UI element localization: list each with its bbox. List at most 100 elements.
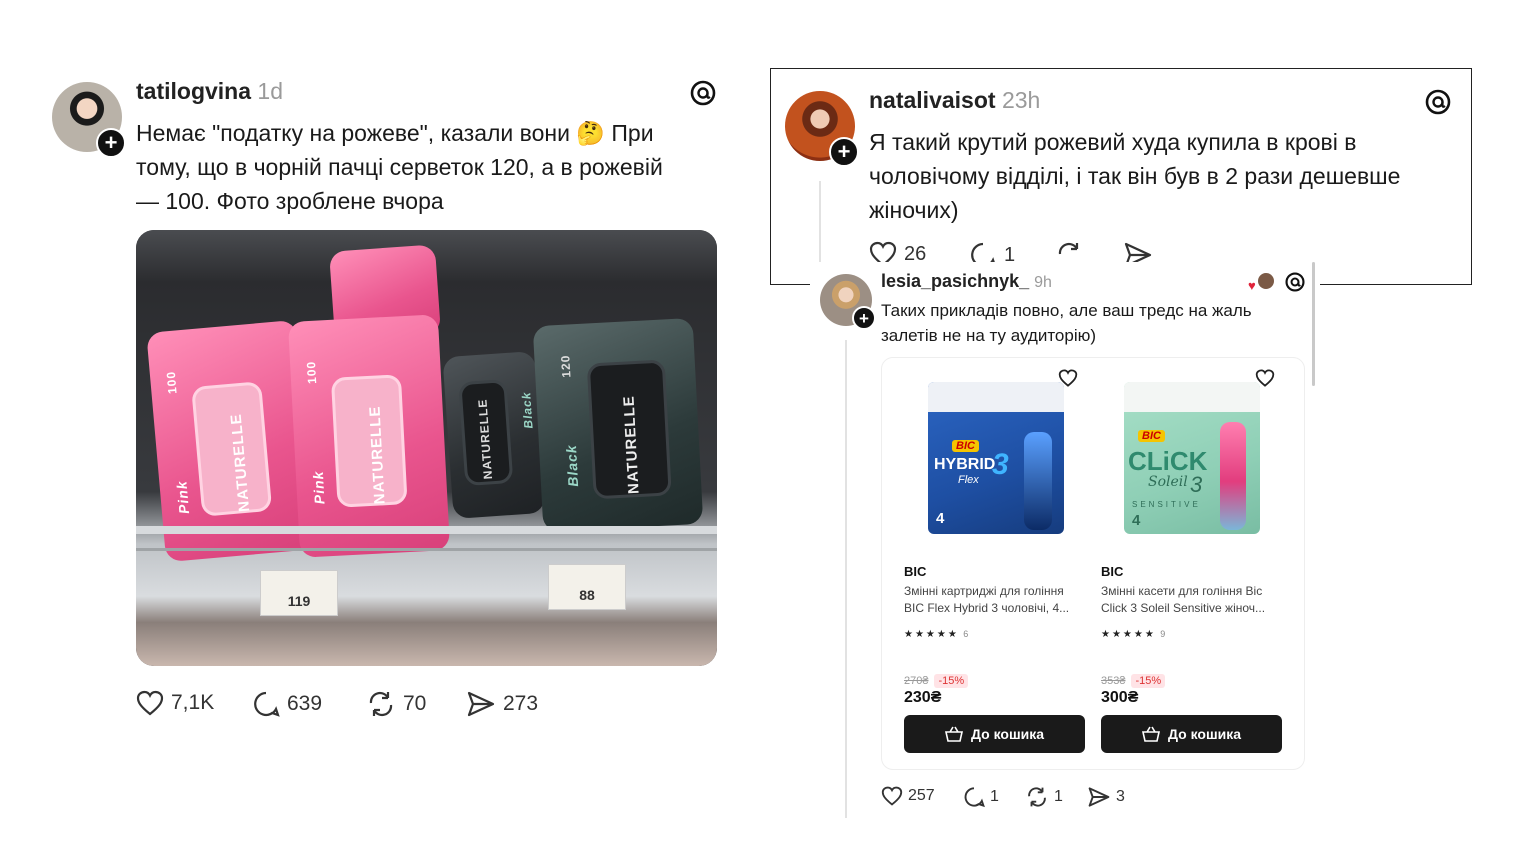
current-price: 300₴ xyxy=(1101,689,1139,706)
username[interactable]: natalivaisot xyxy=(869,87,996,113)
current-price: 230₴ xyxy=(904,689,942,706)
share-button[interactable]: 3 xyxy=(1087,786,1125,808)
add-to-cart-label: До кошика xyxy=(1167,726,1242,742)
post-header: lesia_pasichnyk_ 9h xyxy=(881,271,1052,292)
follow-plus-icon[interactable]: + xyxy=(852,306,876,330)
comment-icon xyxy=(964,787,985,808)
quoted-post: + natalivaisot 23h Я такий крутий рожеви… xyxy=(770,68,1472,285)
discount-badge: -15% xyxy=(934,674,969,688)
pack-brand: BIC xyxy=(952,440,979,452)
price-tag-value: 119 xyxy=(287,593,311,609)
repost-icon xyxy=(369,691,393,717)
repost-count: 1 xyxy=(1054,788,1063,805)
add-to-cart-button[interactable]: До кошика xyxy=(904,715,1085,753)
product-brand: BIC xyxy=(904,564,927,579)
post-text: Я такий крутий рожевий худа купила в кро… xyxy=(869,125,1469,227)
post-time: 1d xyxy=(257,78,283,104)
heart-icon xyxy=(136,690,164,716)
heart-badge-icon: ♥ xyxy=(1248,278,1256,293)
black-wipes-pack: NATURELLE Black 120 xyxy=(532,317,704,533)
product-title[interactable]: Змінні картриджі для гоління BIC Flex Hy… xyxy=(904,583,1089,617)
price-tag: 119 xyxy=(260,570,338,616)
like-count: 257 xyxy=(908,787,935,804)
heart-icon xyxy=(881,786,903,806)
repost-button[interactable]: 70 xyxy=(366,690,426,718)
pack-top-strip xyxy=(928,382,1064,412)
pack-name: Black xyxy=(519,391,536,430)
review-count: 9 xyxy=(1160,629,1166,639)
post-text-line: — 100. Фото зроблене вчора xyxy=(136,188,444,214)
price-row: 353₴ -15% xyxy=(1101,671,1166,689)
product-title[interactable]: Змінні касети для гоління Bic Click 3 So… xyxy=(1101,583,1291,617)
thread-line xyxy=(845,340,847,818)
price-tag: 88 xyxy=(548,564,626,610)
post-text-line: залетів не на ту аудиторію) xyxy=(881,326,1097,345)
basket-icon xyxy=(1141,726,1160,742)
repost-count: 70 xyxy=(403,692,427,715)
threads-logo-icon[interactable] xyxy=(1285,272,1305,292)
mini-avatar xyxy=(1258,273,1274,289)
old-price: 270₴ xyxy=(904,675,929,687)
old-price: 353₴ xyxy=(1101,675,1126,687)
share-count: 3 xyxy=(1116,788,1125,805)
pack-extra: SENSITIVE xyxy=(1132,500,1201,509)
share-icon xyxy=(467,691,495,717)
product-card: BIC HYBRID Flex 3 4 BIC Змінні картриджі… xyxy=(881,357,1305,770)
pack-name: Black xyxy=(562,444,582,488)
follow-plus-icon[interactable]: + xyxy=(96,128,126,158)
pack-sub: Soleil xyxy=(1148,474,1188,490)
post-photo[interactable]: NATURELLE Pink 100 NATURELLE Pink 100 NA… xyxy=(136,230,717,666)
share-button[interactable]: 273 xyxy=(466,690,538,718)
repost-icon xyxy=(1028,787,1046,807)
post-text-line: Я такий крутий рожевий худа купила в кро… xyxy=(869,129,1357,155)
post-time: 23h xyxy=(1001,87,1041,113)
post-text: Немає "податку на рожеве", казали вони 🤔… xyxy=(136,116,736,218)
liked-by-avatars[interactable]: ♥ xyxy=(1248,273,1274,293)
like-button[interactable]: 7,1K xyxy=(136,690,214,716)
comment-count: 639 xyxy=(287,692,323,715)
scrollbar[interactable] xyxy=(1312,262,1315,386)
pack-num: 3 xyxy=(992,448,1009,481)
post-time: 9h xyxy=(1034,274,1052,291)
threads-logo-icon[interactable] xyxy=(690,80,716,106)
basket-icon xyxy=(944,726,963,742)
pack-sub: Flex xyxy=(958,474,979,486)
rating-stars: ★★★★★ xyxy=(904,629,959,640)
add-to-cart-button[interactable]: До кошика xyxy=(1101,715,1282,753)
username[interactable]: lesia_pasichnyk_ xyxy=(881,271,1029,291)
product-image[interactable]: BIC HYBRID Flex 3 4 xyxy=(928,382,1064,534)
post-text-line: чоловічому відділі, і так він був в 2 ра… xyxy=(869,163,1401,189)
like-count: 7,1K xyxy=(171,691,215,714)
comment-count: 1 xyxy=(990,788,999,805)
comment-button[interactable]: 639 xyxy=(252,690,322,718)
pink-wipes-pack: NATURELLE Pink 100 xyxy=(287,314,451,558)
share-icon xyxy=(1088,787,1110,807)
post-header: tatilogvina 1d xyxy=(136,78,283,105)
comment-button[interactable]: 1 xyxy=(963,786,999,808)
razor-graphic xyxy=(1220,422,1246,530)
shelf-rail xyxy=(136,548,717,551)
pack-brand: BIC xyxy=(1138,430,1165,442)
pack-count: 100 xyxy=(304,360,320,385)
post-text-line: тому, що в чорній пачці серветок 120, а … xyxy=(136,154,663,180)
product-title-line: Змінні картриджі для гоління xyxy=(904,584,1064,598)
username[interactable]: tatilogvina xyxy=(136,78,251,104)
product-image[interactable]: BIC CLiCK Soleil 3 SENSITIVE 4 xyxy=(1124,382,1260,534)
pack-num: 3 xyxy=(1190,472,1203,497)
product-title-line: Змінні касети для гоління Bic xyxy=(1101,584,1263,598)
product-title-line: BIC Flex Hybrid 3 чоловічі, 4... xyxy=(904,601,1070,615)
discount-badge: -15% xyxy=(1131,674,1166,688)
repost-button[interactable]: 1 xyxy=(1025,786,1063,808)
follow-plus-icon[interactable]: + xyxy=(829,137,859,167)
post-text: Таких прикладів повно, але ваш тредс на … xyxy=(881,298,1301,348)
rating: ★★★★★ 9 xyxy=(1101,624,1165,642)
pack-name: Pink xyxy=(173,479,193,515)
share-count: 273 xyxy=(503,692,539,715)
threads-logo-icon[interactable] xyxy=(1425,89,1451,115)
add-to-cart-label: До кошика xyxy=(970,726,1045,742)
black-wipes-pack: NATURELLE Black xyxy=(442,350,546,520)
like-button[interactable]: 257 xyxy=(881,786,935,806)
pack-count: 100 xyxy=(163,370,180,395)
razor-graphic xyxy=(1024,432,1052,530)
post-header: natalivaisot 23h xyxy=(869,87,1040,114)
